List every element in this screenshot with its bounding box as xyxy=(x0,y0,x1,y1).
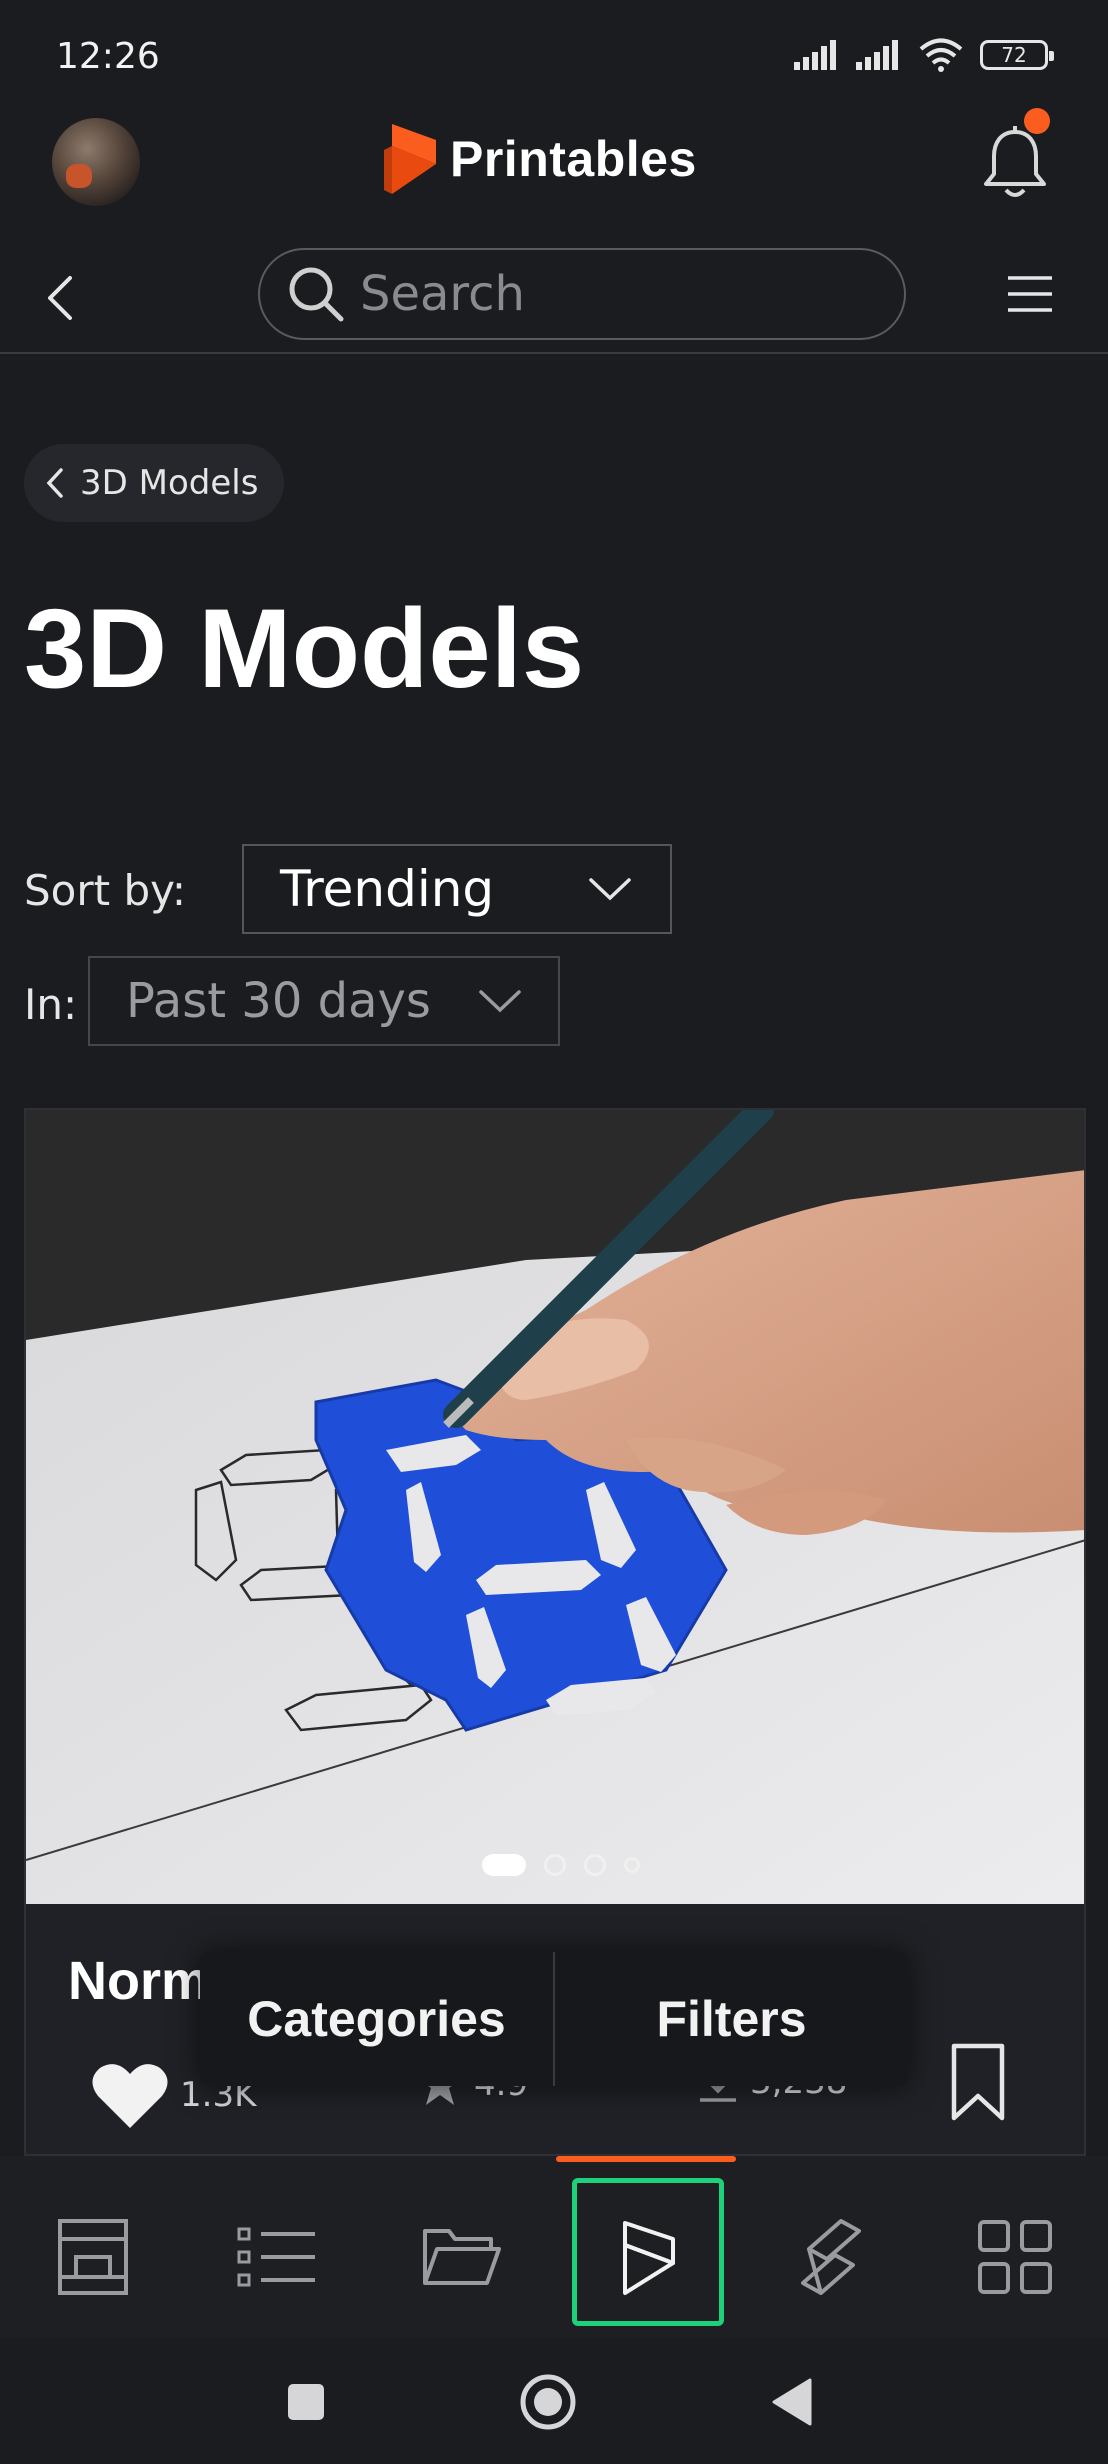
battery-icon: 72 xyxy=(980,40,1054,70)
chevron-down-icon xyxy=(479,990,521,1013)
status-bar: 12:26 72 xyxy=(0,0,1108,110)
system-back-button[interactable] xyxy=(762,2372,822,2432)
hamburger-menu-icon[interactable] xyxy=(1006,270,1054,318)
printables-logo-icon xyxy=(384,124,436,194)
nav-printer[interactable] xyxy=(48,2212,138,2302)
brand-name: Printables xyxy=(450,131,697,187)
nav-layers[interactable] xyxy=(786,2212,876,2302)
list-icon xyxy=(237,2227,315,2287)
search-input[interactable]: Search xyxy=(258,248,906,340)
nav-grid[interactable] xyxy=(970,2212,1060,2302)
categories-button[interactable]: Categories xyxy=(200,1952,553,2086)
notification-bell-icon[interactable] xyxy=(982,126,1048,202)
home-button[interactable] xyxy=(518,2372,578,2432)
layers-icon xyxy=(801,2219,861,2295)
back-arrow-icon[interactable] xyxy=(38,268,82,328)
carousel-dot[interactable] xyxy=(584,1854,606,1876)
search-row: Search xyxy=(0,244,1108,354)
search-icon xyxy=(289,267,344,322)
model-photo xyxy=(26,1110,1084,1904)
nav-printables[interactable] xyxy=(602,2212,692,2302)
signal-icon xyxy=(794,40,836,70)
recents-button[interactable] xyxy=(276,2372,336,2432)
carousel-dot[interactable] xyxy=(544,1854,566,1876)
bottom-nav xyxy=(0,2156,1108,2338)
nav-active-indicator xyxy=(556,2156,736,2162)
page-title: 3D Models xyxy=(24,586,585,711)
printables-logo-icon xyxy=(623,2221,675,2295)
square-icon xyxy=(288,2384,324,2420)
breadcrumb-label: 3D Models xyxy=(80,463,259,503)
avatar[interactable] xyxy=(52,118,140,206)
carousel-dot[interactable] xyxy=(624,1857,640,1873)
triangle-back-icon xyxy=(772,2378,812,2426)
battery-level: 72 xyxy=(1001,43,1027,67)
wifi-icon xyxy=(919,38,963,72)
filters-button[interactable]: Filters xyxy=(553,1952,908,2086)
period-select[interactable]: Past 30 days xyxy=(88,956,560,1046)
app-header: Printables xyxy=(0,110,1108,250)
status-time: 12:26 xyxy=(56,36,160,77)
breadcrumb[interactable]: 3D Models xyxy=(24,444,285,522)
search-placeholder: Search xyxy=(360,266,525,322)
period-label: In: xyxy=(24,980,78,1029)
heart-icon xyxy=(92,2064,168,2128)
model-image[interactable] xyxy=(26,1110,1084,1904)
nav-folder[interactable] xyxy=(416,2212,506,2302)
chevron-left-icon xyxy=(46,468,63,498)
printer-icon xyxy=(58,2219,128,2295)
categories-filters-bar: Categories Filters xyxy=(200,1952,908,2086)
sort-label: Sort by: xyxy=(24,866,187,915)
signal-icon xyxy=(856,40,898,70)
notification-badge xyxy=(1024,108,1050,134)
grid-icon xyxy=(978,2220,1052,2294)
folder-icon xyxy=(423,2229,501,2285)
carousel-dots[interactable] xyxy=(482,1854,640,1876)
period-value: Past 30 days xyxy=(126,973,431,1029)
brand-logo[interactable]: Printables xyxy=(384,124,697,194)
sort-select[interactable]: Trending xyxy=(242,844,672,934)
sort-value: Trending xyxy=(280,860,495,918)
model-title[interactable]: Norm xyxy=(68,1950,209,2012)
nav-list[interactable] xyxy=(232,2212,322,2302)
carousel-dot-active[interactable] xyxy=(482,1854,526,1876)
chevron-down-icon xyxy=(589,878,631,901)
system-nav-bar xyxy=(0,2338,1108,2464)
home-circle-icon xyxy=(520,2374,576,2430)
status-icons: 72 xyxy=(794,38,1054,72)
bookmark-icon[interactable] xyxy=(948,2042,1008,2122)
